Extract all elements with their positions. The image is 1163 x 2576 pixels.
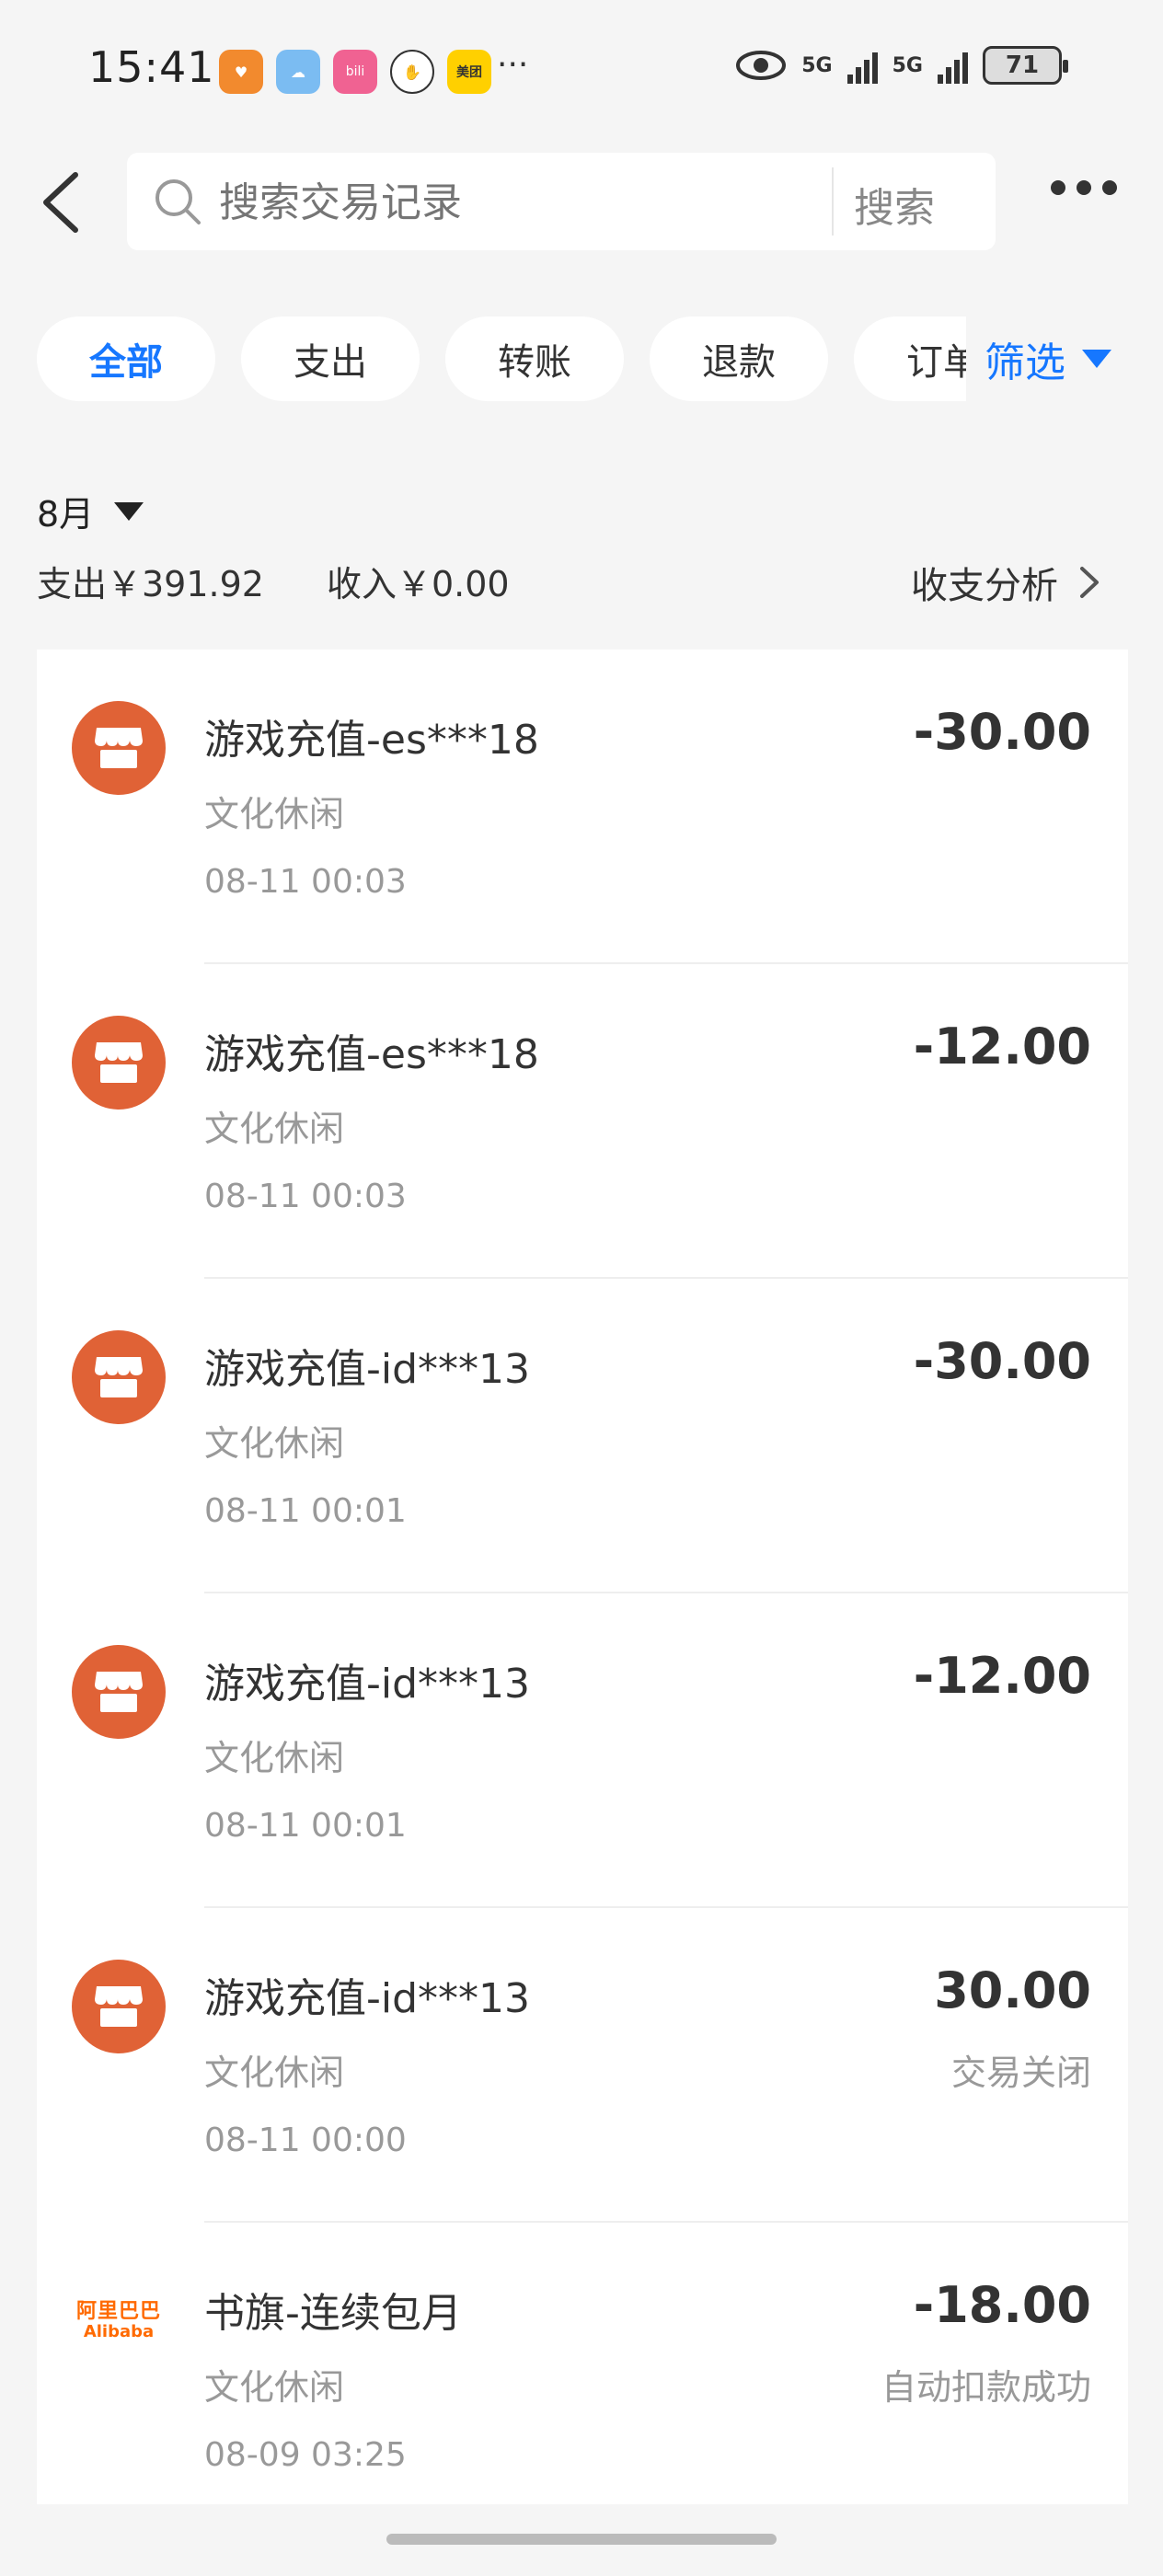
tab-all[interactable]: 全部 [37, 316, 215, 401]
month-label: 8月 [37, 494, 95, 535]
signal-2-icon [938, 47, 968, 84]
month-dropdown-icon [114, 501, 144, 521]
home-indicator[interactable] [386, 2534, 777, 2545]
tab-expense[interactable]: 支出 [241, 316, 420, 401]
month-selector[interactable]: 8月 [37, 486, 144, 536]
tab-transfer[interactable]: 转账 [445, 316, 624, 401]
transaction-row[interactable]: 游戏充值-id***13 文化休闲 08-11 00:00 30.00 交易关闭 [37, 1908, 1128, 2223]
transaction-row[interactable]: 游戏充值-es***18 文化休闲 08-11 00:03 -12.00 [37, 964, 1128, 1279]
chevron-right-icon [1080, 567, 1099, 598]
shop-icon [72, 701, 166, 795]
month-summary: 支出￥391.92 收入￥0.00 [37, 556, 510, 606]
analysis-link[interactable]: 收支分析 [911, 556, 1102, 609]
back-arrow-icon [43, 172, 78, 233]
status-bar: 15:41 ♥ ☁ bili ✋ 美团 ··· 5G 5G 71 [0, 0, 1163, 147]
search-box[interactable]: 搜索 [127, 153, 996, 250]
filter-dropdown-icon [1082, 350, 1111, 368]
shop-icon [72, 1645, 166, 1739]
filter-label: 筛选 [985, 339, 1065, 386]
status-right: 5G 5G 71 [735, 46, 1068, 85]
filter-button[interactable]: 筛选 [966, 316, 1111, 401]
analysis-label: 收支分析 [911, 565, 1058, 607]
favorite-app-icon: ♥ [219, 50, 263, 94]
more-options-icon[interactable] [1051, 180, 1117, 195]
signal-1-icon [846, 47, 878, 84]
status-overflow: ··· [497, 46, 529, 84]
tab-refund[interactable]: 退款 [650, 316, 828, 401]
bilibili-app-icon: bili [333, 50, 377, 94]
search-input[interactable] [219, 175, 863, 230]
transaction-amount: -30.00 [913, 703, 1091, 761]
transaction-list: 游戏充值-es***18 文化休闲 08-11 00:03 -30.00 游戏充… [37, 650, 1128, 2504]
transaction-status: 交易关闭 [950, 2053, 1091, 2093]
battery-icon: 71 [983, 46, 1068, 85]
transaction-title: 游戏充值-id***13 [204, 1346, 531, 1393]
income-total: 收入￥0.00 [326, 564, 510, 604]
transaction-row[interactable]: 游戏充值-id***13 文化休闲 08-11 00:01 -30.00 [37, 1279, 1128, 1593]
transaction-row[interactable]: 阿里巴巴 Alibaba 书旗-连续包月 文化休闲 08-09 03:25 -1… [37, 2223, 1128, 2504]
transaction-category: 文化休闲 [204, 794, 345, 834]
transaction-row[interactable]: 游戏充值-id***13 文化休闲 08-11 00:01 -12.00 [37, 1593, 1128, 1908]
transaction-title: 书旗-连续包月 [204, 2290, 462, 2337]
status-time: 15:41 [88, 42, 215, 92]
signal-2-label: 5G [892, 53, 923, 77]
search-divider [832, 167, 834, 236]
transaction-amount: -12.00 [913, 1647, 1091, 1705]
transaction-title: 游戏充值-es***18 [204, 1031, 539, 1078]
hand-app-icon: ✋ [390, 50, 434, 94]
expense-total: 支出￥391.92 [37, 564, 264, 604]
transaction-title: 游戏充值-es***18 [204, 717, 539, 764]
shop-icon [72, 1330, 166, 1424]
transaction-datetime: 08-11 00:01 [204, 1492, 407, 1530]
transaction-datetime: 08-11 00:03 [204, 1178, 407, 1215]
signal-1-label: 5G [801, 53, 833, 77]
transaction-category: 文化休闲 [204, 1423, 345, 1464]
notification-app-icons: ♥ ☁ bili ✋ 美团 [219, 50, 491, 94]
transaction-status: 自动扣款成功 [881, 2367, 1091, 2408]
transaction-datetime: 08-09 03:25 [204, 2436, 407, 2474]
search-button[interactable]: 搜索 [854, 175, 935, 234]
transaction-category: 文化休闲 [204, 2053, 345, 2093]
transaction-datetime: 08-11 00:03 [204, 863, 407, 901]
transaction-amount: 30.00 [934, 1961, 1091, 2019]
transaction-amount: -18.00 [913, 2276, 1091, 2334]
transaction-category: 文化休闲 [204, 2367, 345, 2408]
transaction-amount: -12.00 [913, 1018, 1091, 1075]
eye-icon [736, 51, 787, 80]
search-icon [155, 179, 201, 224]
shop-icon [72, 1016, 166, 1110]
back-button[interactable] [35, 166, 90, 239]
alibaba-logo-icon: 阿里巴巴 Alibaba [75, 2300, 161, 2341]
transaction-title: 游戏充值-id***13 [204, 1975, 531, 2022]
transaction-category: 文化休闲 [204, 1738, 345, 1778]
transaction-datetime: 08-11 00:00 [204, 2122, 407, 2159]
weather-app-icon: ☁ [276, 50, 320, 94]
meituan-app-icon: 美团 [447, 50, 491, 94]
transaction-category: 文化休闲 [204, 1109, 345, 1149]
transaction-row[interactable]: 游戏充值-es***18 文化休闲 08-11 00:03 -30.00 [37, 650, 1128, 964]
transaction-datetime: 08-11 00:01 [204, 1807, 407, 1845]
battery-level: 71 [1005, 52, 1040, 79]
shop-icon [72, 1960, 166, 2053]
transaction-amount: -30.00 [913, 1332, 1091, 1390]
transaction-title: 游戏充值-id***13 [204, 1661, 531, 1708]
